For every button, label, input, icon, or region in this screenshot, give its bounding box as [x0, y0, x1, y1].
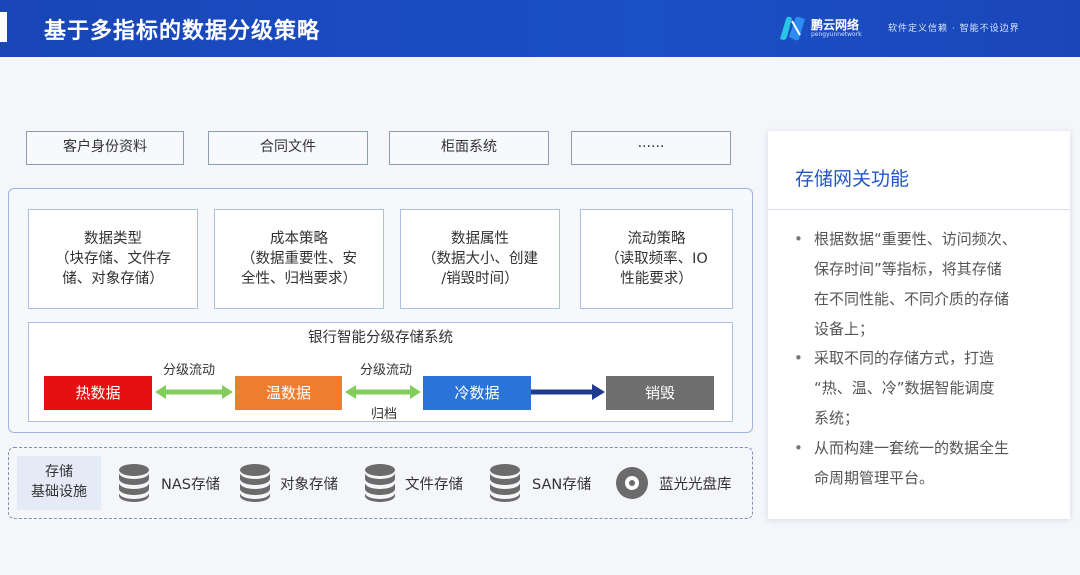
strategy-detail: （数据重要性、安: [241, 251, 357, 267]
bullet-item: • 采取不同的存储方式，打造 “热、温、冷”数据智能调度 系统；: [794, 343, 1056, 433]
strategy-detail: （块存储、文件存: [55, 251, 171, 267]
strategy-title: 流动策略: [627, 231, 686, 247]
storage-label: 文件存储: [405, 477, 463, 493]
tier-destroy: 销毁: [606, 376, 714, 410]
bullet-text: 从而构建一套统一的数据全生 命周期管理平台。: [814, 433, 1054, 493]
database-icon: [119, 464, 149, 502]
header-bar: 基于多指标的数据分级策略 鹏云网络 pengyunnetwork 软件定义信赖 …: [0, 0, 1080, 57]
strategy-title: 数据属性: [451, 231, 509, 247]
bank-system-title: 银行智能分级存储系统: [308, 330, 453, 346]
strategy-title: 成本策略: [270, 231, 328, 247]
tier-warm-data: 温数据: [235, 376, 342, 410]
strategy-data-type: 数据类型 （块存储、文件存 储、对象存储）: [28, 209, 198, 309]
strategy-detail: （数据大小、创建: [422, 251, 538, 267]
bullet-dot: •: [794, 349, 803, 367]
bullet-dot: •: [794, 230, 803, 248]
flow-label-tiered: 分级流动: [360, 363, 413, 378]
bullet-line: 命周期管理平台。: [814, 469, 935, 487]
slogan: 软件定义信赖 · 智能不设边界: [888, 24, 1020, 34]
infrastructure-label-line: 基础设施: [31, 484, 87, 500]
bullet-line: 系统；: [814, 409, 860, 427]
strategy-flow: 流动策略 （读取频率、IO 性能要求）: [580, 209, 733, 309]
tier-cold-data: 冷数据: [423, 376, 531, 410]
bullet-text: 根据数据“重要性、访问频次、 保存时间”等指标，将其存储 在不同性能、不同介质的…: [814, 224, 1054, 344]
database-icon: [240, 464, 270, 502]
storage-bluray-library: 蓝光光盘库: [615, 463, 745, 503]
storage-file: 文件存储: [363, 463, 483, 503]
storage-nas: NAS存储: [117, 463, 227, 503]
storage-san: SAN存储: [488, 463, 598, 503]
page-title: 基于多指标的数据分级策略: [44, 19, 321, 44]
strategy-title: 数据类型: [84, 231, 142, 247]
database-icon: [490, 464, 520, 502]
bullet-line: 在不同性能、不同介质的存储: [814, 290, 1010, 308]
flow-label-archive: 归档: [371, 407, 398, 422]
storage-label: NAS存储: [161, 477, 220, 493]
card-title: 存储网关功能: [795, 168, 910, 190]
bullet-line: 设备上；: [814, 320, 875, 338]
infrastructure-label: 存储 基础设施: [17, 456, 101, 510]
logo-icon: [780, 16, 805, 41]
strategy-detail: 储、对象存储）: [62, 271, 164, 287]
infrastructure-label-line: 存储: [45, 464, 73, 480]
strategy-detail: 全性、归档要求）: [241, 271, 357, 287]
storage-object: 对象存储: [238, 463, 358, 503]
bullet-line: 采取不同的存储方式，打造: [814, 349, 995, 367]
bullet-dot: •: [794, 439, 803, 457]
bullet-text: 采取不同的存储方式，打造 “热、温、冷”数据智能调度 系统；: [814, 343, 1054, 433]
tier-hot-data: 热数据: [44, 376, 152, 410]
bullet-line: 从而构建一套统一的数据全生: [814, 439, 1010, 457]
source-counter-system: 柜面系统: [389, 131, 549, 165]
source-customer-id: 客户身份资料: [26, 131, 184, 165]
logo-subtext: pengyunnetwork: [811, 31, 862, 38]
storage-label: 蓝光光盘库: [659, 477, 732, 493]
card-divider: [768, 209, 1070, 210]
bullet-line: “热、温、冷”数据智能调度: [814, 379, 995, 397]
flow-label-tiered: 分级流动: [163, 363, 216, 378]
storage-label: 对象存储: [280, 477, 338, 493]
disc-icon: [616, 467, 648, 499]
strategy-detail: 性能要求）: [620, 271, 693, 287]
strategy-cost: 成本策略 （数据重要性、安 全性、归档要求）: [214, 209, 384, 309]
bullet-line: 根据数据“重要性、访问频次、: [814, 230, 1017, 248]
storage-label: SAN存储: [532, 477, 592, 493]
company-logo: 鹏云网络 pengyunnetwork: [778, 15, 868, 43]
source-more: ······: [571, 131, 731, 165]
strategy-data-attributes: 数据属性 （数据大小、创建 /销毁时间）: [400, 209, 560, 309]
source-contracts: 合同文件: [208, 131, 368, 165]
header-accent-bar: [0, 12, 7, 42]
bullet-item: • 根据数据“重要性、访问频次、 保存时间”等指标，将其存储 在不同性能、不同介…: [794, 224, 1056, 344]
bullet-line: 保存时间”等指标，将其存储: [814, 260, 1002, 278]
database-icon: [365, 464, 395, 502]
bullet-item: • 从而构建一套统一的数据全生 命周期管理平台。: [794, 433, 1056, 493]
strategy-detail: （读取频率、IO: [605, 251, 708, 267]
strategy-detail: /销毁时间）: [441, 271, 519, 287]
